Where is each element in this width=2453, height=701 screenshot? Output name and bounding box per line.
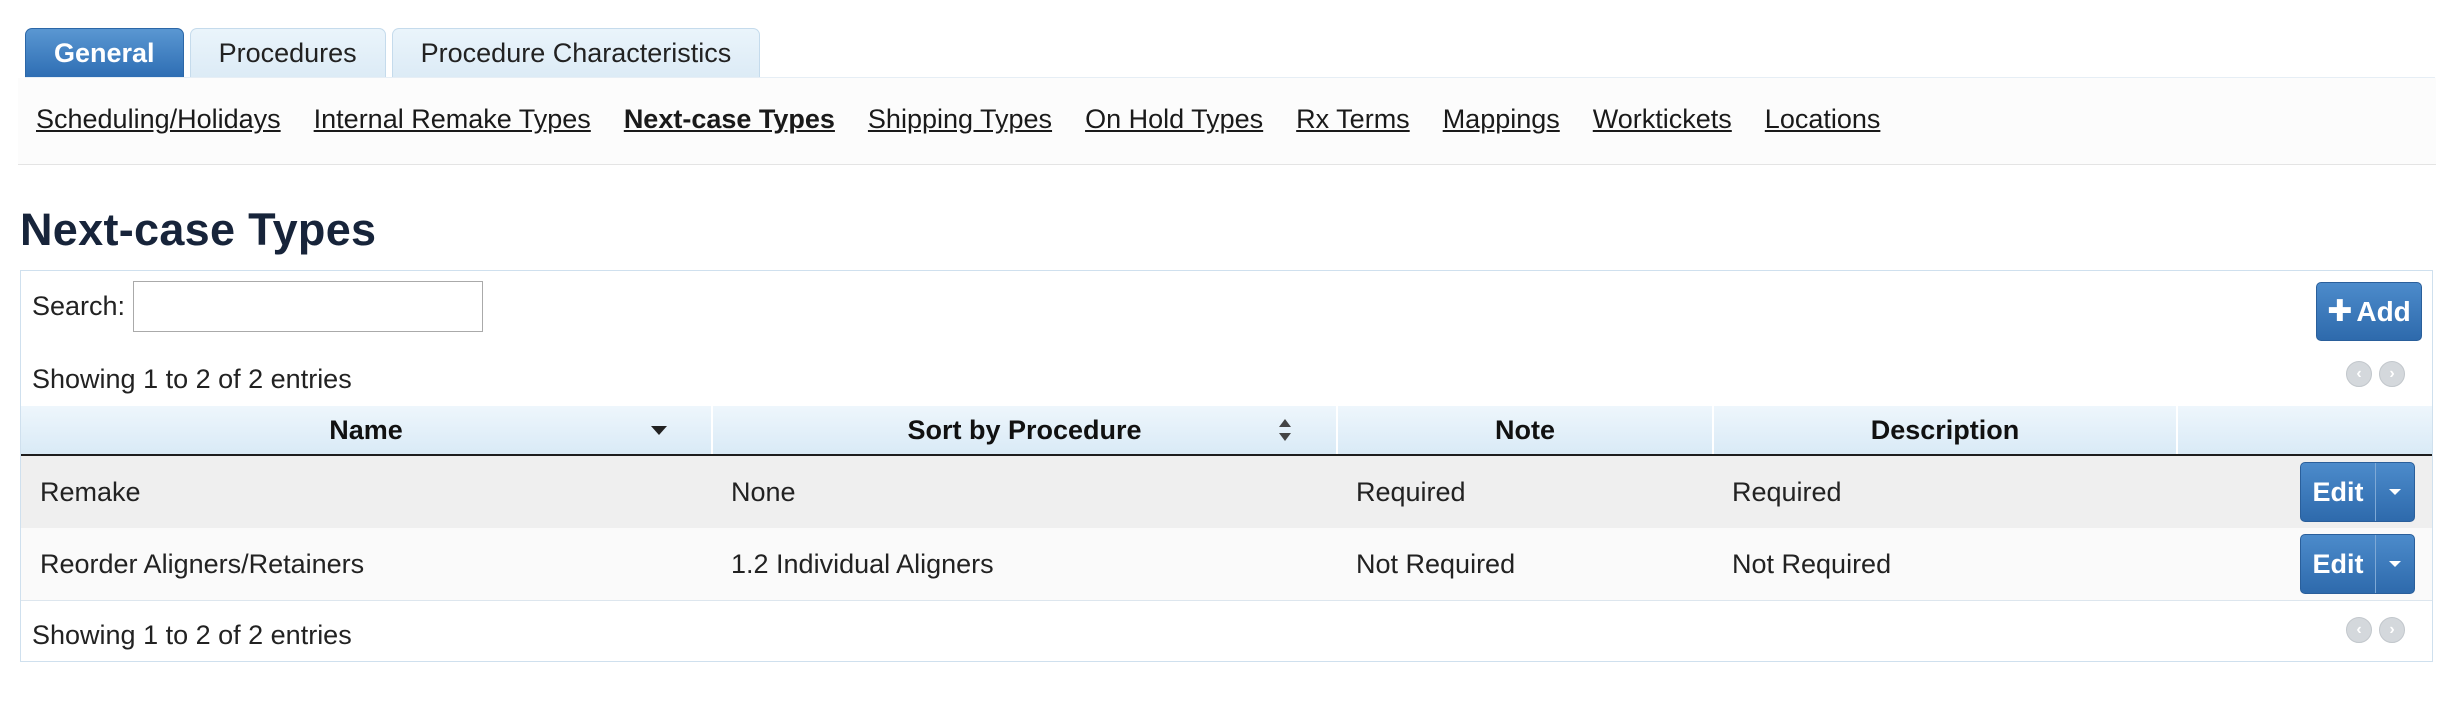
table-info-bottom: Showing 1 to 2 of 2 entries bbox=[32, 620, 352, 650]
plus-icon: ✚ bbox=[2327, 295, 2353, 328]
table-header-row: Name Sort by Procedure Note Description bbox=[21, 406, 2432, 456]
edit-button[interactable]: Edit bbox=[2301, 535, 2376, 593]
previous-page-icon[interactable]: ‹ bbox=[2346, 617, 2372, 643]
pagination-bottom: ‹ › bbox=[2346, 617, 2405, 643]
column-header-actions bbox=[2176, 406, 2432, 456]
cell-note: Not Required bbox=[1337, 528, 1713, 601]
cell-name: Reorder Aligners/Retainers bbox=[21, 528, 712, 601]
subnav-link-mappings[interactable]: Mappings bbox=[1443, 104, 1560, 135]
column-header-note: Note bbox=[1336, 406, 1713, 456]
search-label: Search: bbox=[32, 291, 126, 321]
column-header-label: Note bbox=[1495, 414, 1555, 445]
cell-actions: Edit bbox=[2177, 455, 2432, 528]
subnav-link-rx-terms[interactable]: Rx Terms bbox=[1296, 104, 1410, 135]
next-page-icon[interactable]: › bbox=[2379, 617, 2405, 643]
search-input[interactable] bbox=[133, 281, 483, 332]
page-title: Next-case Types bbox=[20, 204, 377, 255]
subnav-link-locations[interactable]: Locations bbox=[1765, 104, 1881, 135]
edit-split-button: Edit bbox=[2300, 534, 2415, 594]
column-header-description: Description bbox=[1712, 406, 2177, 456]
column-header-label: Sort by Procedure bbox=[907, 414, 1142, 445]
chevron-down-icon bbox=[2389, 561, 2401, 567]
sort-descending-icon bbox=[651, 426, 667, 435]
table-info-top: Showing 1 to 2 of 2 entries bbox=[32, 364, 352, 394]
column-header-sort-by-procedure[interactable]: Sort by Procedure bbox=[711, 406, 1337, 456]
tab-procedures[interactable]: Procedures bbox=[189, 28, 386, 78]
next-page-icon[interactable]: › bbox=[2379, 361, 2405, 387]
pagination-top: ‹ › bbox=[2346, 361, 2405, 387]
subnav-link-internal-remake-types[interactable]: Internal Remake Types bbox=[314, 104, 591, 135]
table-row: Remake None Required Required Edit bbox=[21, 455, 2432, 528]
next-case-types-table: Name Sort by Procedure Note Description … bbox=[21, 406, 2432, 601]
subnav-link-next-case-types[interactable]: Next-case Types bbox=[624, 104, 835, 135]
subnav: Scheduling/Holidays Internal Remake Type… bbox=[36, 104, 1880, 135]
cell-actions: Edit bbox=[2177, 528, 2432, 601]
sort-both-icon bbox=[1278, 419, 1292, 441]
edit-split-button: Edit bbox=[2300, 462, 2415, 522]
add-button-label: Add bbox=[2356, 295, 2411, 327]
subnav-link-scheduling-holidays[interactable]: Scheduling/Holidays bbox=[36, 104, 281, 135]
page: General Procedures Procedure Characteris… bbox=[0, 0, 2453, 701]
cell-description: Not Required bbox=[1713, 528, 2177, 601]
column-header-label: Description bbox=[1870, 414, 2020, 445]
add-button[interactable]: ✚ Add bbox=[2316, 282, 2422, 341]
edit-dropdown-toggle[interactable] bbox=[2376, 463, 2414, 521]
edit-dropdown-toggle[interactable] bbox=[2376, 535, 2414, 593]
cell-sort-by-procedure: 1.2 Individual Aligners bbox=[712, 528, 1337, 601]
cell-sort-by-procedure: None bbox=[712, 455, 1337, 528]
column-header-label: Name bbox=[329, 414, 403, 445]
top-tabs: General Procedures Procedure Characteris… bbox=[25, 28, 761, 78]
cell-note: Required bbox=[1337, 455, 1713, 528]
table-row: Reorder Aligners/Retainers 1.2 Individua… bbox=[21, 528, 2432, 601]
tab-procedure-characteristics[interactable]: Procedure Characteristics bbox=[391, 28, 761, 78]
subnav-link-on-hold-types[interactable]: On Hold Types bbox=[1085, 104, 1263, 135]
cell-description: Required bbox=[1713, 455, 2177, 528]
column-header-name[interactable]: Name bbox=[21, 406, 712, 456]
previous-page-icon[interactable]: ‹ bbox=[2346, 361, 2372, 387]
subnav-link-shipping-types[interactable]: Shipping Types bbox=[868, 104, 1052, 135]
tab-general[interactable]: General bbox=[25, 28, 184, 78]
cell-name: Remake bbox=[21, 455, 712, 528]
subnav-link-worktickets[interactable]: Worktickets bbox=[1593, 104, 1732, 135]
edit-button[interactable]: Edit bbox=[2301, 463, 2376, 521]
chevron-down-icon bbox=[2389, 489, 2401, 495]
